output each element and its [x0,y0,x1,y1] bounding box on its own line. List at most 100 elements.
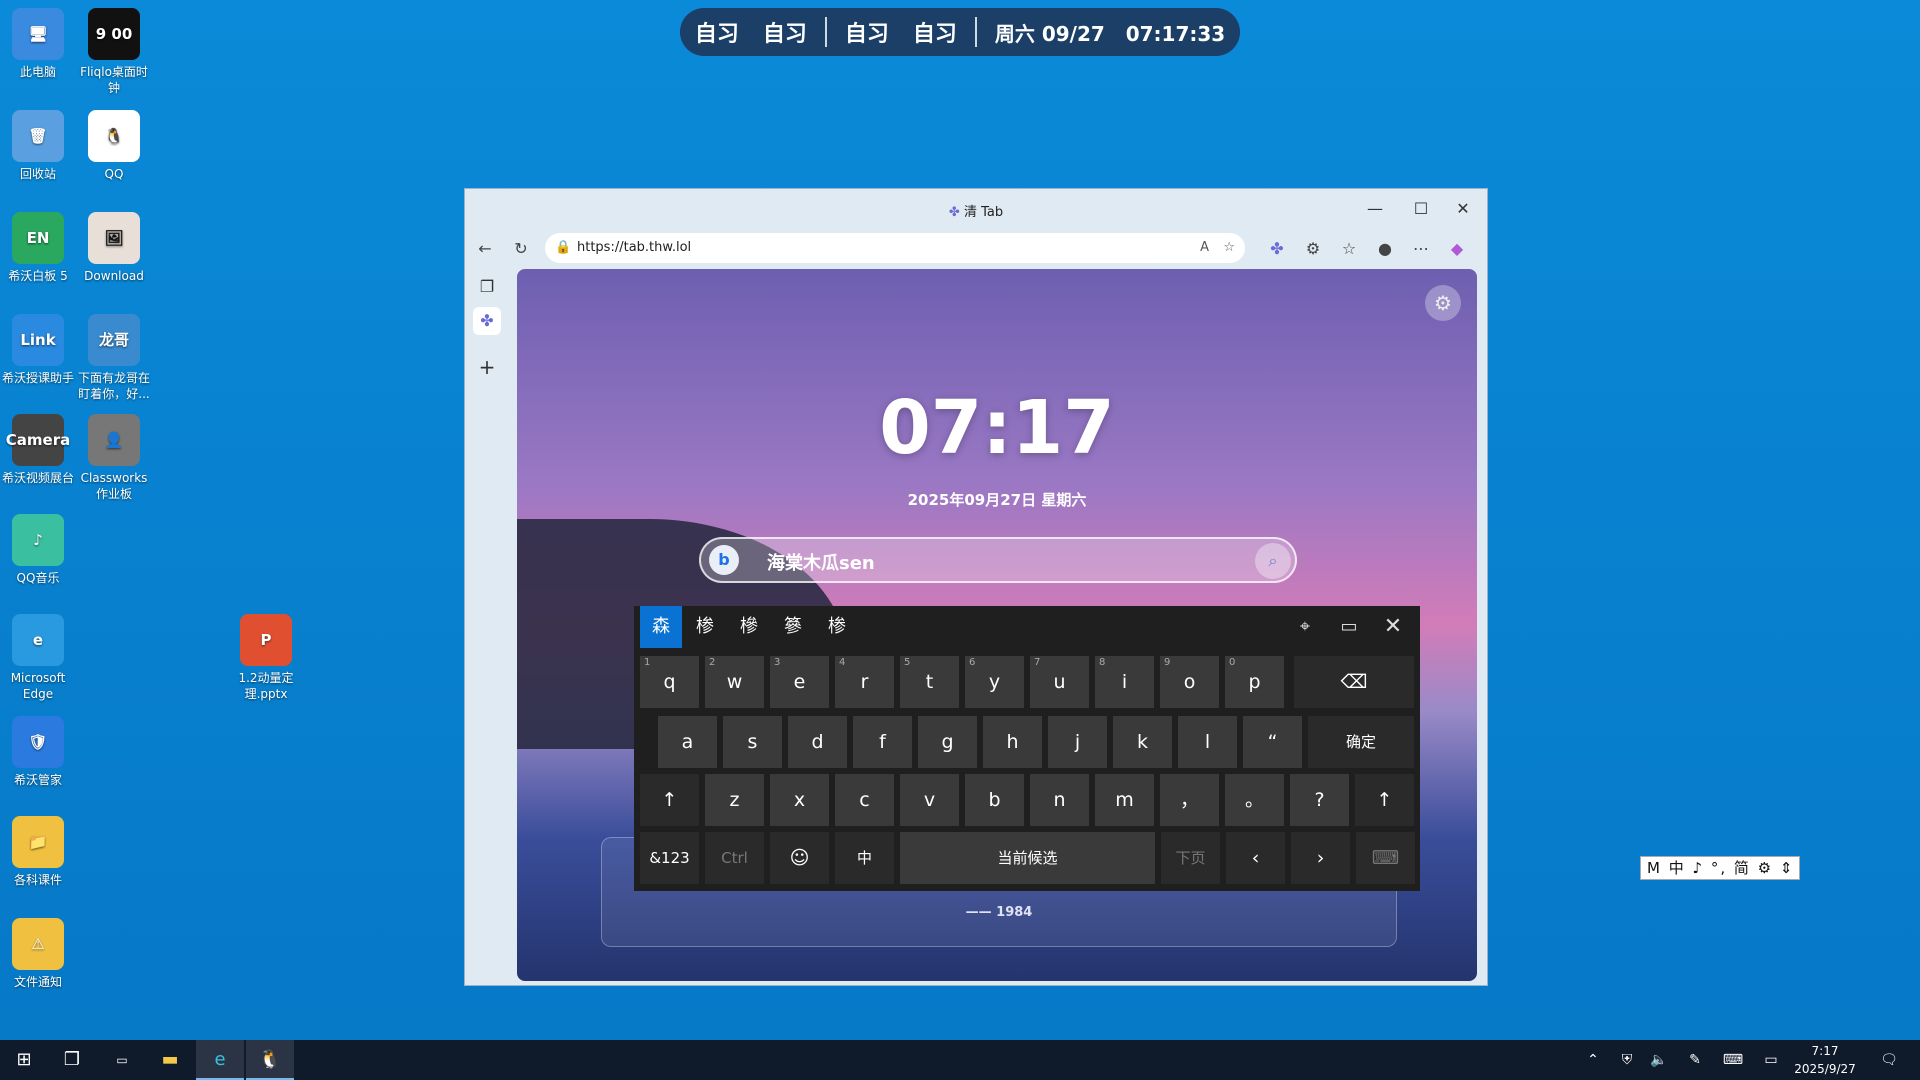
desktop-icon[interactable]: 🐧 QQ [76,110,152,182]
desktop-icon[interactable]: ⚠ 文件通知 [0,918,76,990]
search-input[interactable]: 海棠木瓜sen [767,549,875,575]
refresh-icon[interactable]: ↻ [509,237,533,261]
key[interactable]: 7u [1030,656,1089,708]
left-arrow-key[interactable]: ‹ [1226,832,1285,884]
favorites-icon[interactable]: ☆ [1337,237,1361,261]
key[interactable]: b [965,774,1024,826]
key[interactable]: h [983,716,1042,768]
key[interactable]: 4r [835,656,894,708]
key[interactable]: 5t [900,656,959,708]
ctrl-key[interactable]: Ctrl [705,832,764,884]
key[interactable]: l [1178,716,1237,768]
volume-icon[interactable]: 🔈 [1644,1040,1674,1080]
key[interactable]: 0p [1225,656,1284,708]
address-bar[interactable]: 🔒 https://tab.thw.lol A ☆ [545,233,1245,263]
desktop-icon[interactable]: EN 希沃白板 5 [0,212,76,284]
search-box[interactable]: b 海棠木瓜sen ⌕ [699,537,1297,583]
candidate-item[interactable]: 椮 [816,606,858,648]
backspace-key[interactable]: ⌫ [1294,656,1414,708]
search-icon[interactable]: ⌕ [1255,543,1291,579]
taskbar-clock[interactable]: 7:17 2025/9/27 [1780,1042,1870,1078]
confirm-key[interactable]: 确定 [1308,716,1414,768]
key[interactable]: g [918,716,977,768]
extensions-puzzle-icon[interactable]: ⚙ [1301,237,1325,261]
key[interactable]: z [705,774,764,826]
right-arrow-key[interactable]: › [1291,832,1350,884]
ime-toolbar[interactable]: M 中 ♪ °, 简 ⚙ ⇕ [1640,856,1800,880]
edge-taskbar-icon[interactable]: e [196,1040,244,1080]
symbols-key[interactable]: &123 [640,832,699,884]
start-windows-icon[interactable]: ⊞ [0,1040,48,1080]
seewo-icon[interactable]: ▭ [98,1040,146,1080]
desktop-icon[interactable]: 9 00 Fliqlo桌面时钟 [76,8,152,96]
candidate-item[interactable]: 篸 [772,606,814,648]
next-page-key[interactable]: 下页 [1161,832,1220,884]
sidebar-tab-icon[interactable]: ✤ [473,307,501,335]
desktop-icon[interactable]: ♪ QQ音乐 [0,514,76,586]
emoji-key[interactable]: ☺ [770,832,829,884]
settings-gear-icon[interactable]: ⚙ [1425,285,1461,321]
key[interactable]: f [853,716,912,768]
key[interactable]: d [788,716,847,768]
space-key[interactable]: 当前候选 [900,832,1155,884]
task-view-icon[interactable]: ❐ [48,1040,96,1080]
shift-key[interactable]: ↑ [640,774,699,826]
key[interactable]: “ [1243,716,1302,768]
desktop-icon[interactable]: 🛡 希沃管家 [0,716,76,788]
pen-icon[interactable]: ✎ [1680,1040,1710,1080]
close-button[interactable]: ✕ [1443,195,1483,223]
key[interactable]: 1q [640,656,699,708]
show-hidden-icons-chevron-icon[interactable]: ⌃ [1578,1040,1608,1080]
key[interactable]: n [1030,774,1089,826]
desktop-icon[interactable]: e Microsoft Edge [0,614,76,702]
key[interactable]: a [658,716,717,768]
candidate-item[interactable]: 槮 [728,606,770,648]
desktop-icon[interactable]: 👤 Classworks作业板 [76,414,152,502]
security-shield-icon[interactable]: ⛨ [1612,1040,1642,1080]
extension-icon[interactable]: ✤ [1265,237,1289,261]
key[interactable]: ， [1160,774,1219,826]
file-explorer-icon[interactable]: ▬ [146,1040,194,1080]
bing-engine-icon[interactable]: b [709,545,739,575]
key[interactable]: k [1113,716,1172,768]
desktop-icon[interactable]: P 1.2动量定理.pptx [228,614,304,702]
desktop-icon[interactable]: Link 希沃授课助手 [0,314,76,386]
read-aloud-icon[interactable]: A [1200,233,1209,263]
key[interactable]: m [1095,774,1154,826]
desktop-icon[interactable]: 📁 各科课件 [0,816,76,888]
profile-icon[interactable]: ● [1373,237,1397,261]
candidate-item[interactable]: 森 [640,606,682,648]
key[interactable]: c [835,774,894,826]
key[interactable]: s [723,716,782,768]
language-key[interactable]: 中 [835,832,894,884]
key[interactable]: j [1048,716,1107,768]
move-keyboard-icon[interactable]: ⌖ [1290,613,1320,641]
more-menu-icon[interactable]: ⋯ [1409,237,1433,261]
candidate-item[interactable]: 椮 [684,606,726,648]
key[interactable]: 3e [770,656,829,708]
tab-actions-icon[interactable]: ❐ [473,273,501,301]
desktop-icon[interactable]: 🗑 回收站 [0,110,76,182]
key[interactable]: v [900,774,959,826]
copilot-icon[interactable]: ◆ [1445,237,1469,261]
maximize-button[interactable]: ☐ [1401,195,1441,223]
desktop-icon[interactable]: 🖥 此电脑 [0,8,76,80]
desktop-icon[interactable]: 🖼 Download [76,212,152,284]
title-bar[interactable]: ✤ 清 Tab — ☐ ✕ [465,189,1487,229]
qq-taskbar-icon[interactable]: 🐧 [246,1040,294,1080]
key[interactable]: 。 [1225,774,1284,826]
new-tab-plus-icon[interactable]: + [473,353,501,381]
keyboard-layout-key[interactable]: ⌨ [1356,832,1415,884]
favorite-star-icon[interactable]: ☆ [1223,233,1235,263]
close-keyboard-icon[interactable]: ✕ [1378,613,1408,641]
key[interactable]: 2w [705,656,764,708]
notification-icon[interactable]: 🗨 [1874,1040,1904,1080]
key[interactable]: ? [1290,774,1349,826]
minimize-button[interactable]: — [1355,195,1395,223]
back-icon[interactable]: ← [473,237,497,261]
desktop-icon[interactable]: Camera 希沃视频展台 [0,414,76,486]
keyboard-tray-icon[interactable]: ⌨ [1716,1040,1750,1080]
key[interactable]: 6y [965,656,1024,708]
shift-key[interactable]: ↑ [1355,774,1414,826]
key[interactable]: 9o [1160,656,1219,708]
